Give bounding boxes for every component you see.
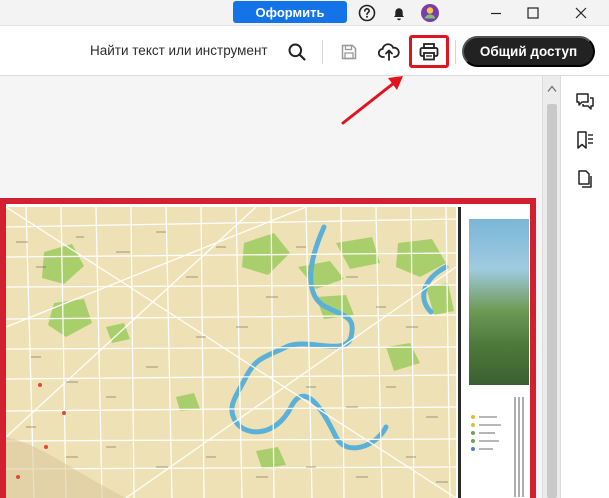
share-button[interactable]: Общий доступ (462, 36, 595, 67)
help-icon[interactable] (357, 3, 377, 23)
bell-icon[interactable] (389, 3, 409, 23)
main-toolbar: Найти текст или инструмент Общий доступ (0, 26, 609, 76)
vertical-scrollbar[interactable] (542, 76, 560, 498)
cloud-upload-icon[interactable] (377, 40, 401, 64)
find-text-label[interactable]: Найти текст или инструмент (90, 43, 268, 58)
legend-marks (471, 397, 524, 497)
maximize-icon[interactable] (523, 3, 543, 23)
save-icon[interactable] (337, 40, 361, 64)
map-page (0, 198, 536, 498)
city-map-image (6, 207, 456, 498)
subscribe-button[interactable]: Оформить (233, 1, 347, 23)
map-photo (469, 219, 529, 385)
toolbar-divider (322, 40, 323, 64)
search-icon[interactable] (285, 40, 309, 64)
title-bar: Оформить (0, 0, 609, 26)
minimize-icon[interactable] (486, 3, 506, 23)
right-rail (560, 76, 609, 498)
close-icon[interactable] (571, 3, 591, 23)
toolbar-divider-2 (455, 40, 456, 64)
scroll-thumb[interactable] (547, 104, 557, 498)
bookmark-icon[interactable] (574, 129, 596, 151)
comment-icon[interactable] (574, 90, 596, 112)
scroll-up-arrow-icon[interactable] (546, 84, 558, 94)
document-viewport[interactable] (0, 76, 542, 498)
avatar[interactable] (420, 3, 440, 23)
print-icon[interactable] (417, 40, 441, 64)
map-page-inner (6, 204, 530, 498)
map-legend-panel (458, 207, 530, 498)
pages-icon[interactable] (574, 168, 596, 190)
